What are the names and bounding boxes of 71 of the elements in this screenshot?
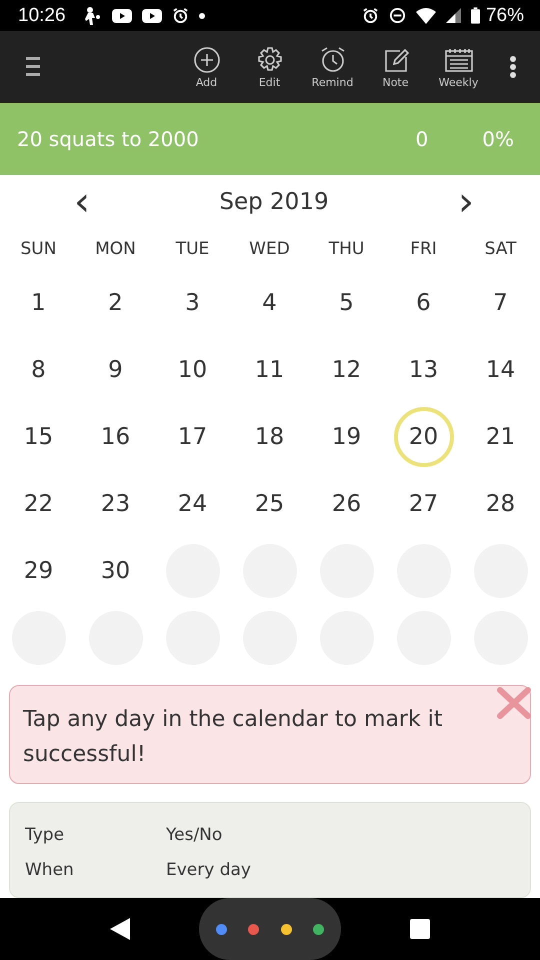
calendar-day[interactable]: 20 [394, 406, 454, 467]
calendar-day[interactable]: 27 [394, 474, 454, 534]
detail-label: Type [25, 824, 66, 845]
alarm-icon [172, 7, 189, 24]
calendar-day[interactable]: 13 [394, 340, 454, 400]
month-title: Sep 2019 [219, 188, 329, 215]
more-options-icon[interactable] [510, 56, 516, 78]
calendar-day[interactable]: 12 [316, 340, 376, 400]
calendar-day[interactable]: 30 [86, 540, 146, 601]
calendar-day[interactable]: 29 [8, 540, 68, 601]
gear-icon [256, 46, 284, 74]
hint-text: Tap any day in the calendar to mark it successful! [23, 706, 444, 770]
calendar-day[interactable]: 1 [8, 272, 68, 333]
calendar-day[interactable]: 24 [162, 474, 222, 534]
calendar-day[interactable]: 22 [8, 474, 68, 534]
calendar-day[interactable]: 2 [86, 272, 146, 333]
menu-icon[interactable] [26, 57, 40, 78]
goal-percent: 0% [482, 126, 514, 151]
battery-icon [470, 7, 480, 24]
weekday-label: SAT [484, 238, 518, 262]
calendar-day[interactable]: 18 [240, 406, 300, 467]
detail-value: Yes/No [166, 824, 222, 845]
calendar-day[interactable]: 15 [8, 406, 68, 467]
calendar-day[interactable]: 9 [86, 340, 146, 400]
recents-icon[interactable] [410, 919, 430, 940]
previous-month-button[interactable]: ‹ [68, 182, 96, 222]
goal-title: 20 squats to 2000 [17, 126, 199, 151]
calendar-day[interactable]: 7 [470, 272, 530, 333]
toolbar-button[interactable]: Note [364, 46, 427, 89]
video-play-icon [142, 8, 162, 23]
calendar-day[interactable]: 16 [86, 406, 146, 467]
calendar-day[interactable]: 21 [470, 406, 530, 467]
calendar-day[interactable]: 5 [316, 272, 376, 333]
calendar-day[interactable]: 26 [316, 474, 376, 534]
weekday-label: TUE [174, 238, 210, 262]
calendar-day[interactable]: 23 [86, 474, 146, 534]
calendar-day[interactable]: 4 [240, 272, 300, 333]
calendar-day[interactable]: 11 [240, 340, 300, 400]
calendar-day[interactable]: 14 [470, 340, 530, 400]
wifi-icon [416, 8, 436, 24]
status-time: 10:26 [18, 4, 66, 27]
notification-dot-icon [198, 12, 205, 19]
back-icon[interactable] [110, 918, 130, 940]
calendar-day[interactable]: 28 [470, 474, 530, 534]
weekday-label: SUN [20, 238, 58, 262]
calendar-day[interactable]: 25 [240, 474, 300, 534]
alarm-icon [362, 7, 379, 24]
do-not-disturb-icon [388, 7, 406, 24]
toolbar-button[interactable]: Weekly [427, 46, 490, 89]
calendar-day[interactable]: 3 [162, 272, 222, 333]
battery-percent: 76% [486, 4, 524, 27]
calendar-day[interactable]: 6 [394, 272, 454, 333]
weekday-label: MON [94, 238, 137, 262]
goal-count: 0 [416, 126, 428, 151]
next-month-button[interactable]: › [452, 182, 480, 222]
detail-label: When [25, 860, 75, 880]
alarm-clock-icon [318, 46, 346, 74]
calendar-day[interactable]: 10 [162, 340, 222, 400]
weekday-label: WED [248, 238, 291, 262]
weekday-label: THU [328, 238, 366, 262]
toolbar-button[interactable]: Edit [238, 46, 301, 89]
weekday-label: FRI [409, 238, 438, 262]
calendar-day[interactable]: 17 [162, 406, 222, 467]
calendar-day[interactable]: 19 [316, 406, 376, 467]
toolbar-button[interactable]: Add [175, 46, 238, 89]
detail-value: Every day [166, 860, 251, 880]
plus-circle-icon [192, 46, 220, 74]
signal-icon [446, 8, 461, 24]
video-play-icon [112, 8, 132, 23]
calendar-day[interactable]: 8 [8, 340, 68, 400]
toolbar-button[interactable]: Remind [301, 46, 364, 89]
